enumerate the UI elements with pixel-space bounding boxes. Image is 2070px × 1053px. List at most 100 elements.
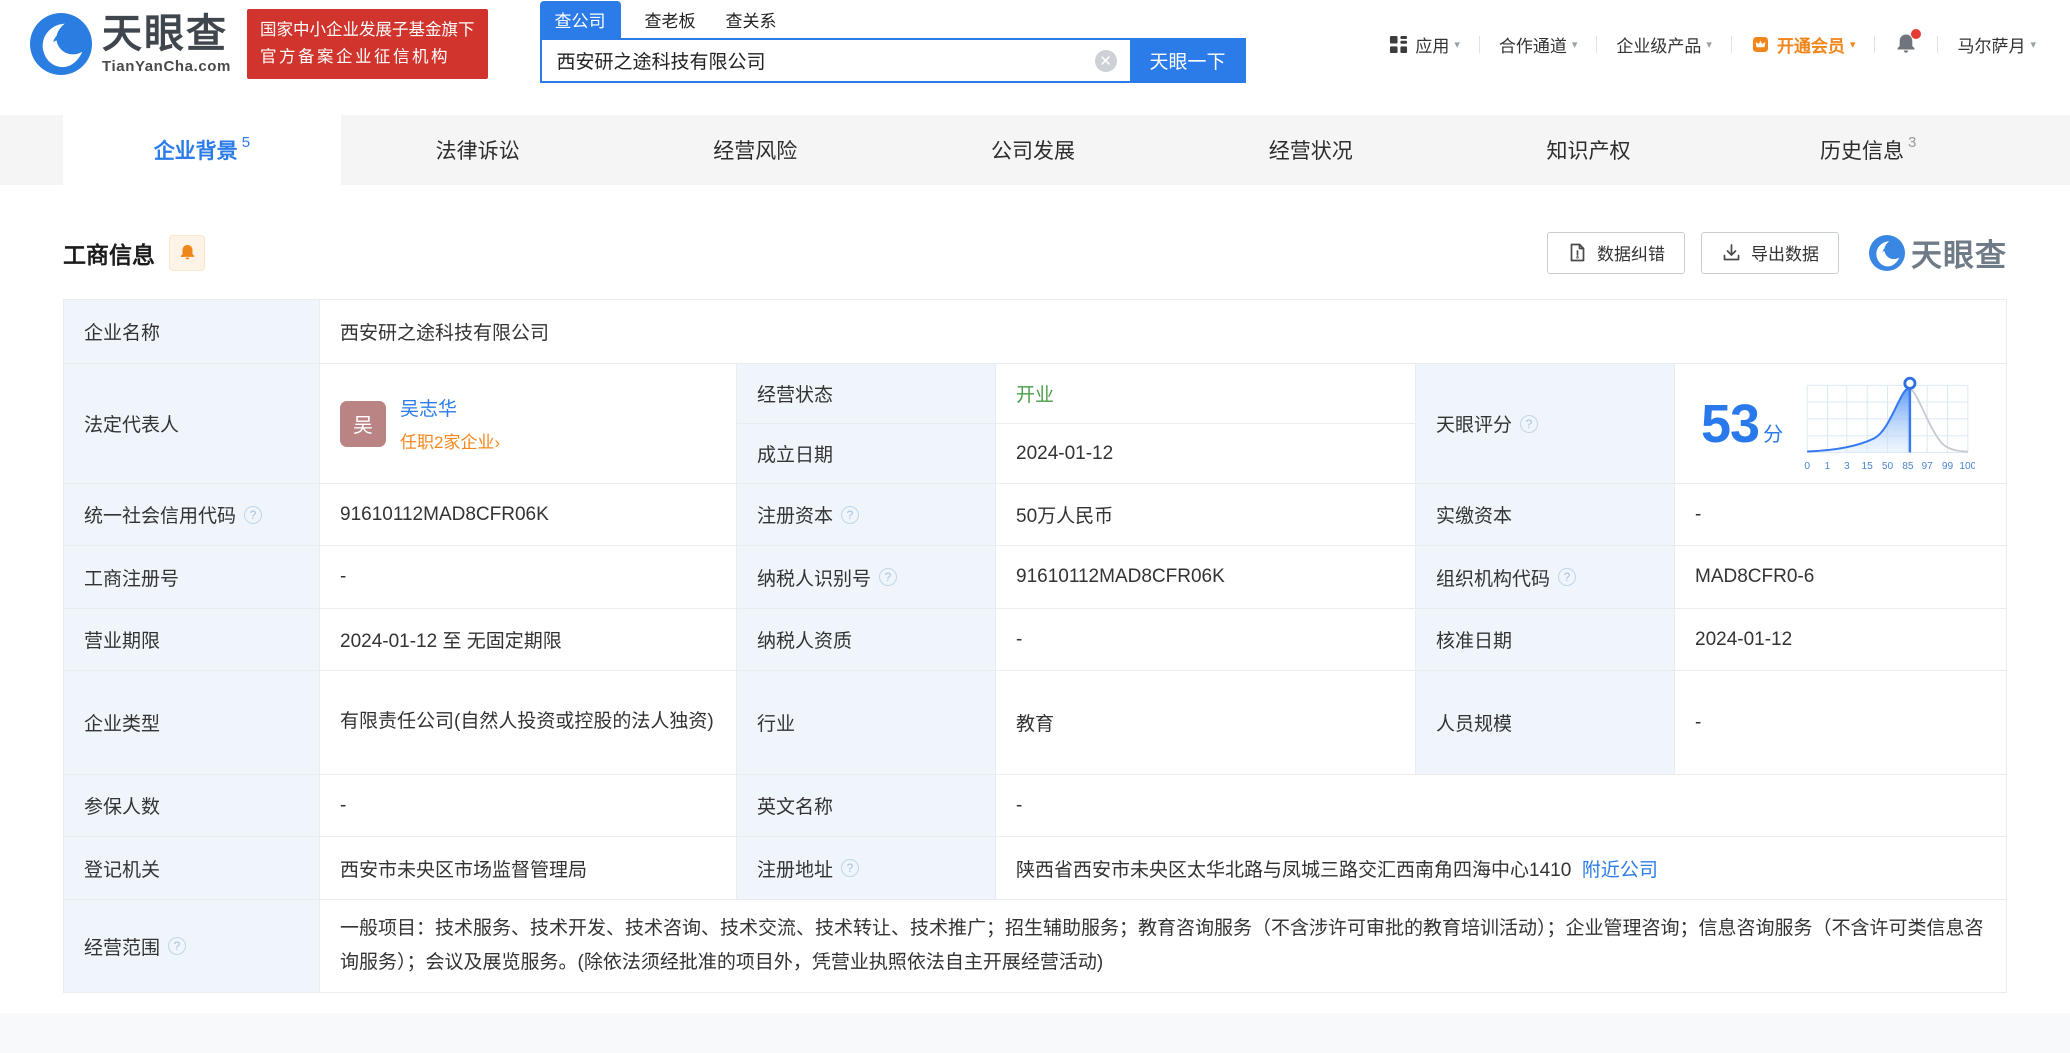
field-label-status: 经营状态	[737, 364, 996, 424]
subscribe-alert-button[interactable]	[169, 234, 205, 271]
tab-label: 企业背景	[153, 140, 238, 163]
field-value-legal-rep: 吴 吴志华 任职2家企业›	[320, 364, 737, 484]
notification-dot	[1911, 29, 1922, 39]
field-value-paid-capital: -	[1675, 484, 2007, 546]
business-info-header: 工商信息 数据纠错 导出数据 天眼查	[63, 230, 2007, 275]
score-chart-tick: 0	[1804, 460, 1810, 471]
field-label-industry: 行业	[737, 671, 996, 775]
legal-rep-name-link[interactable]: 吴志华	[400, 394, 500, 421]
field-label-english-name: 英文名称	[737, 775, 996, 837]
help-icon[interactable]: ?	[168, 937, 187, 955]
nav-apps[interactable]: 应用 ▾	[1389, 32, 1460, 57]
field-label-tianyan-score: 天眼评分?	[1416, 364, 1675, 484]
tab-intellectual-property[interactable]: 知识产权	[1452, 115, 1730, 185]
chevron-down-icon: ▾	[2030, 38, 2036, 51]
legal-rep-avatar[interactable]: 吴	[340, 400, 386, 447]
field-label-legal-rep: 法定代表人	[64, 364, 320, 484]
help-icon[interactable]: ?	[244, 505, 263, 524]
tianyancha-logo[interactable]: 天眼查 TianYanCha.com	[30, 13, 231, 75]
search-button[interactable]: 天眼一下	[1129, 38, 1246, 83]
status-badge: 开业	[1016, 385, 1055, 406]
nearby-companies-link[interactable]: 附近公司	[1582, 855, 1658, 882]
tab-label: 历史信息	[1820, 140, 1904, 163]
chevron-right-icon: ›	[494, 432, 501, 452]
search-tabs: 查公司 查老板 查关系	[539, 1, 1246, 38]
search-tab-company[interactable]: 查公司	[539, 1, 621, 38]
watermark-label: 天眼查	[1911, 238, 2007, 273]
vip-crown-icon	[1752, 36, 1768, 52]
data-correction-button[interactable]: 数据纠错	[1547, 231, 1685, 274]
field-value-address: 陕西省西安市未央区太华北路与凤城三路交汇西南角四海中心1410 附近公司	[996, 837, 2007, 900]
export-data-label: 导出数据	[1751, 245, 1819, 264]
chevron-down-icon: ▾	[1849, 38, 1856, 51]
tab-operation-status[interactable]: 经营状况	[1174, 115, 1452, 185]
logo-domain: TianYanCha.com	[102, 58, 231, 75]
nav-vip-label: 开通会员	[1776, 36, 1845, 56]
score-chart-tick: 100	[1959, 460, 1975, 471]
username-label: 马尔萨月	[1957, 36, 2026, 56]
field-value-company-name: 西安研之途科技有限公司	[320, 300, 2007, 364]
field-label-company-type: 企业类型	[64, 671, 320, 775]
field-value-status: 开业	[996, 364, 1416, 424]
search-tab-relation[interactable]: 查关系	[726, 1, 777, 38]
help-icon[interactable]: ?	[841, 859, 860, 877]
export-data-button[interactable]: 导出数据	[1701, 231, 1839, 274]
chevron-down-icon: ▾	[1571, 38, 1578, 51]
nav-divider	[1596, 35, 1598, 53]
clear-search-icon[interactable]: ✕	[1094, 49, 1117, 72]
notifications-bell[interactable]	[1894, 29, 1922, 56]
chevron-down-icon: ▾	[1454, 38, 1460, 51]
help-icon[interactable]: ?	[879, 568, 898, 586]
help-icon[interactable]: ?	[1520, 414, 1539, 433]
field-label-credit-code: 统一社会信用代码?	[64, 484, 320, 546]
search-input[interactable]	[539, 38, 1130, 83]
government-credit-badge: 国家中小企业发展子基金旗下 官方备案企业征信机构	[247, 9, 488, 79]
tab-label: 经营风险	[713, 140, 798, 163]
field-value-established: 2024-01-12	[996, 424, 1416, 484]
nav-open-vip[interactable]: 开通会员 ▾	[1751, 32, 1856, 57]
field-label-taxpayer-id: 纳税人识别号?	[737, 546, 996, 609]
tab-history-info[interactable]: 历史信息 3	[1729, 115, 2007, 185]
nav-divider	[1937, 35, 1939, 53]
field-value-staff-size: -	[1675, 671, 2007, 775]
nav-enterprise-products[interactable]: 企业级产品 ▾	[1616, 32, 1712, 57]
field-label-established: 成立日期	[737, 424, 996, 484]
nav-divider	[1730, 35, 1732, 53]
field-value-company-type: 有限责任公司(自然人投资或控股的法人独资)	[320, 671, 737, 775]
field-label-business-scope: 经营范围?	[64, 900, 320, 993]
search-tab-boss[interactable]: 查老板	[645, 1, 696, 38]
apps-grid-icon	[1390, 35, 1408, 53]
document-alert-icon	[1570, 243, 1585, 262]
tab-operation-risk[interactable]: 经营风险	[618, 115, 896, 185]
field-label-reg-capital: 注册资本?	[737, 484, 996, 546]
chevron-down-icon: ▾	[1706, 38, 1712, 51]
help-icon[interactable]: ?	[841, 505, 860, 524]
tab-count: 3	[1908, 133, 1917, 151]
section-title: 工商信息	[63, 241, 155, 268]
nav-user-account[interactable]: 马尔萨月 ▾	[1957, 32, 2036, 57]
field-value-industry: 教育	[996, 671, 1416, 775]
field-value-taxpayer-id: 91610112MAD8CFR06K	[996, 546, 1416, 609]
field-value-approval-date: 2024-01-12	[1675, 609, 2007, 671]
nav-divider	[1874, 35, 1876, 53]
tab-legal-lawsuits[interactable]: 法律诉讼	[341, 115, 619, 185]
tianyan-score-cell[interactable]: 53 分 0 1 3 15 50 85 97 99 100	[1675, 364, 2007, 484]
legal-rep-companies-link[interactable]: 任职2家企业	[400, 433, 494, 452]
score-chart-tick: 99	[1942, 460, 1954, 471]
tab-company-development[interactable]: 公司发展	[896, 115, 1174, 185]
nav-cooperation[interactable]: 合作通道 ▾	[1499, 32, 1578, 57]
tab-count: 5	[241, 133, 251, 151]
field-value-reg-capital: 50万人民币	[996, 484, 1416, 546]
badge-line2: 官方备案企业征信机构	[260, 48, 450, 66]
top-header: 天眼查 TianYanCha.com 国家中小企业发展子基金旗下 官方备案企业征…	[0, 0, 2070, 88]
field-label-taxpayer-qual: 纳税人资质	[737, 609, 996, 671]
tab-label: 知识产权	[1546, 140, 1631, 163]
field-value-term: 2024-01-12 至 无固定期限	[320, 609, 737, 671]
top-nav: 应用 ▾ 合作通道 ▾ 企业级产品 ▾ 开通会员 ▾ 马尔萨月 ▾	[1389, 29, 2036, 57]
help-icon[interactable]: ?	[1558, 568, 1577, 586]
badge-line1: 国家中小企业发展子基金旗下	[260, 21, 475, 40]
tab-label: 经营状况	[1268, 140, 1353, 163]
company-tab-strip: 企业背景 5 法律诉讼 经营风险 公司发展 经营状况 知识产权 历史信息 3	[0, 115, 2070, 185]
tab-company-background[interactable]: 企业背景 5	[63, 115, 341, 185]
field-value-registry: 西安市未央区市场监督管理局	[320, 837, 737, 900]
